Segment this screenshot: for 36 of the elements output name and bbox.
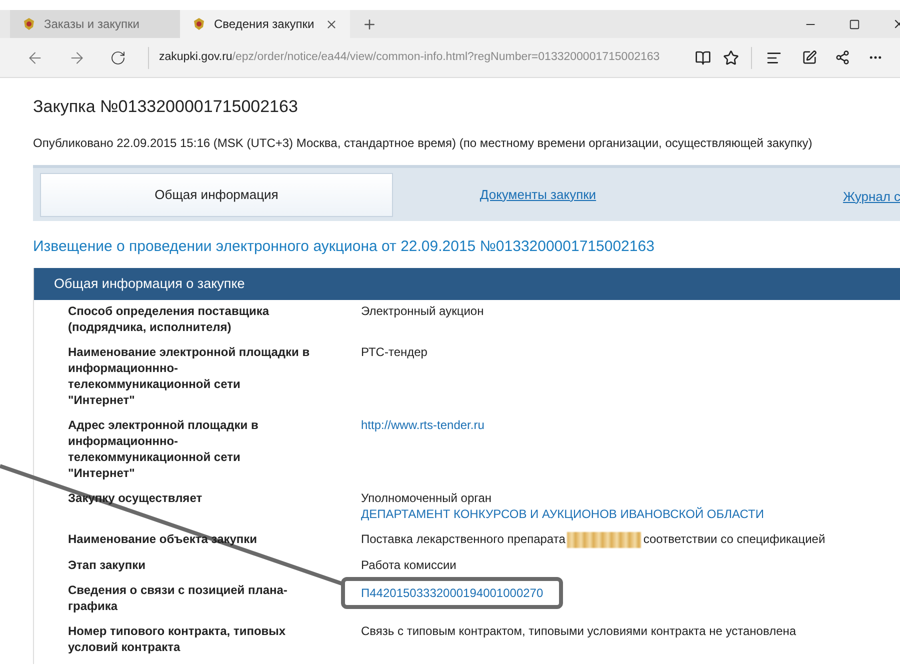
notice-heading: Извещение о проведении электронного аукциона от 22.09.2015 №0133200001715002163 [33,236,656,256]
book-icon[interactable] [695,50,711,66]
browser-tab[interactable]: Заказы и закупки [10,10,180,38]
page-tab[interactable]: Документы закупки [393,172,683,216]
field-label: Способ определения поставщика (подрядчика, исполнителя) [68,304,270,334]
value-text: Электронный аукцион [361,304,484,318]
page-tab[interactable]: Общая информация [40,172,393,216]
close-icon[interactable] [325,18,338,30]
section-header: Общая информация о закупке [34,268,900,300]
star-icon[interactable] [723,50,739,66]
emblem-icon [22,17,36,31]
page-tab[interactable]: Журнал с [843,174,900,218]
pen-icon[interactable] [802,50,817,65]
browser-tab[interactable]: Сведения закупки [180,10,350,38]
menu-icon[interactable] [766,50,782,66]
value-text: соответствии со спецификацией [643,532,826,546]
value-text: РТС-тендер [361,345,428,359]
value-text: Работа комиссии [361,558,456,572]
value-link[interactable]: http://www.rts-tender.ru [361,418,484,432]
field-label: Наименование электронной площадки в информационнно-телекоммуникационной сети "Интернет" [68,345,310,407]
refresh-icon[interactable] [110,50,126,66]
maximize-icon[interactable] [849,18,860,30]
value-text: Поставка лекарственного препарата [361,532,566,546]
value-link[interactable]: П44201503332000194001000270 [361,586,544,600]
field-label: Адрес электронной площадки в информационнно-телекоммуникационной сети "Интернет" [68,418,258,480]
new-tab-icon[interactable] [362,16,377,32]
value-link[interactable]: ДЕПАРТАМЕНТ КОНКУРСОВ И АУКЦИОНОВ ИВАНОВСКОЙ ОБЛАСТИ [361,507,764,521]
field-label: Этап закупки [68,558,146,572]
value-text: Связь с типовым контрактом, типовыми условиями контракта не установлена [361,624,796,638]
field-label: Номер типового контракта, типовых условий контракта [68,624,286,654]
emblem-icon [192,17,206,31]
value-text: Уполномоченный орган [361,491,492,505]
field-label: Сведения о связи с позицией плана-графика [68,582,288,613]
page-title: Закупка №0133200001715002163 [33,96,299,118]
share-icon[interactable] [835,50,850,65]
published-text: Опубликовано 22.09.2015 15:16 (MSK (UTC+3) Москва, стандартное время) (по местному времени организации, осуществляющей закупку) [33,134,814,152]
